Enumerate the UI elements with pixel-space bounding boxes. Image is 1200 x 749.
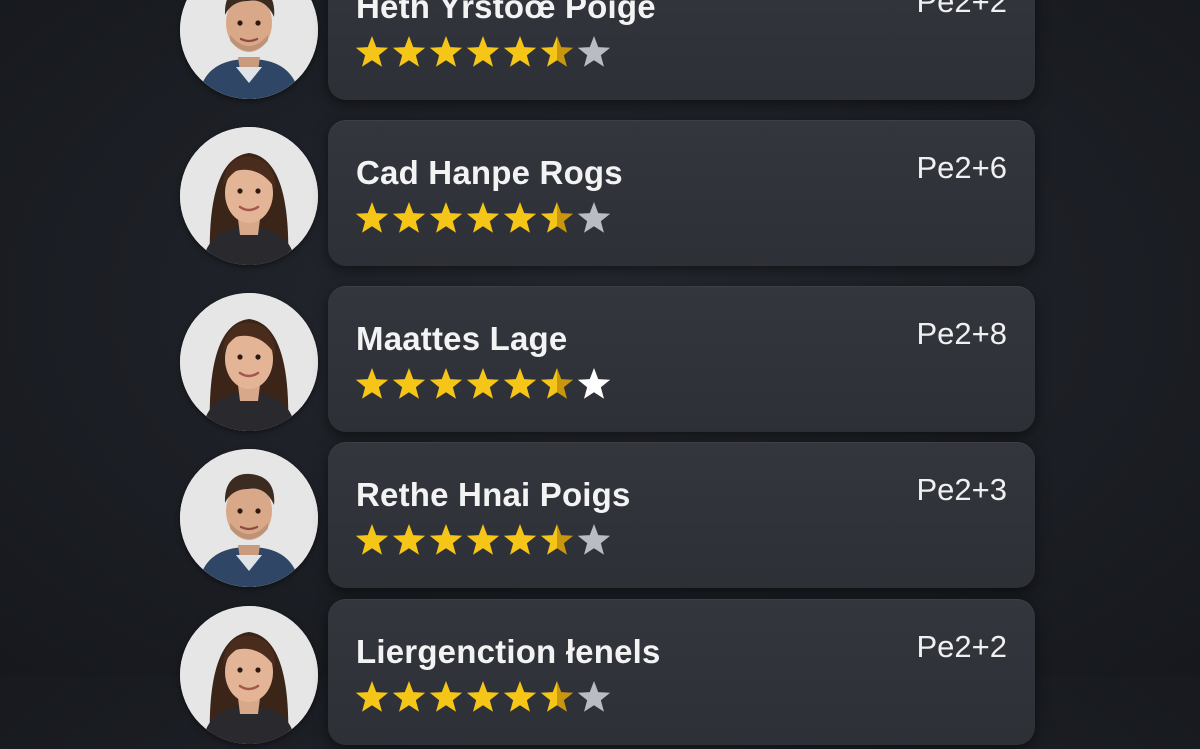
star-icon [466, 681, 500, 712]
person-name: Heth Yrstoœ Poige [356, 0, 656, 25]
star-icon [355, 368, 389, 399]
man-portrait-icon [180, 449, 318, 587]
star-icon [429, 524, 463, 555]
star-icon [429, 681, 463, 712]
star-icon [577, 36, 611, 67]
star-icon [466, 524, 500, 555]
star-icon [540, 681, 574, 712]
list-item[interactable]: Cad Hanpe Rogs Pe2+6 [180, 120, 1035, 270]
avatar [180, 0, 318, 99]
star-icon [429, 368, 463, 399]
person-code: Pe2+2 [916, 0, 1007, 19]
avatar [180, 606, 318, 744]
star-icon [503, 524, 537, 555]
star-icon [503, 681, 537, 712]
star-icon [577, 524, 611, 555]
star-icon [392, 202, 426, 233]
man-portrait-icon [180, 0, 318, 99]
star-icon [355, 36, 389, 67]
star-icon [540, 36, 574, 67]
list-item-card[interactable]: Maattes Lage Pe2+8 [328, 286, 1035, 432]
list-item[interactable]: Liergenction łenels Pe2+2 [180, 599, 1035, 749]
list-item-card[interactable]: Heth Yrstoœ Poige Pe2+2 [328, 0, 1035, 100]
star-icon [355, 202, 389, 233]
star-icon [503, 202, 537, 233]
star-icon [466, 36, 500, 67]
list-item-card[interactable]: Liergenction łenels Pe2+2 [328, 599, 1035, 745]
woman-portrait-icon [180, 293, 318, 431]
star-icon [429, 36, 463, 67]
star-icon [392, 36, 426, 67]
list-item[interactable]: Maattes Lage Pe2+8 [180, 286, 1035, 436]
star-rating [354, 34, 613, 70]
person-name: Maattes Lage [356, 320, 568, 357]
star-rating [354, 522, 613, 558]
star-rating [354, 200, 613, 236]
list-item-card[interactable]: Rethe Hnai Poigs Pe2+3 [328, 442, 1035, 588]
list-item[interactable]: Rethe Hnai Poigs Pe2+3 [180, 442, 1035, 592]
star-icon [577, 681, 611, 712]
star-icon [392, 524, 426, 555]
star-icon [577, 202, 611, 233]
woman-portrait-icon [180, 127, 318, 265]
person-code: Pe2+6 [916, 150, 1007, 185]
star-icon [503, 36, 537, 67]
avatar [180, 127, 318, 265]
person-name: Rethe Hnai Poigs [356, 476, 631, 513]
star-icon [540, 368, 574, 399]
star-icon [392, 681, 426, 712]
star-icon [355, 524, 389, 555]
person-code: Pe2+2 [916, 629, 1007, 664]
star-rating [354, 679, 613, 715]
star-rating [354, 366, 613, 402]
star-icon [466, 368, 500, 399]
person-name: Cad Hanpe Rogs [356, 154, 623, 191]
star-icon [577, 368, 611, 399]
star-icon [392, 368, 426, 399]
list-item[interactable]: Heth Yrstoœ Poige Pe2+2 [180, 0, 1035, 104]
list-item-card[interactable]: Cad Hanpe Rogs Pe2+6 [328, 120, 1035, 266]
person-name: Liergenction łenels [356, 633, 661, 670]
star-icon [503, 368, 537, 399]
star-icon [355, 681, 389, 712]
person-code: Pe2+3 [916, 472, 1007, 507]
star-icon [466, 202, 500, 233]
people-list: Heth Yrstoœ Poige Pe2+2 Cad Hanpe Rogs P… [0, 0, 1200, 745]
star-icon [540, 524, 574, 555]
woman-portrait-icon [180, 606, 318, 744]
star-icon [429, 202, 463, 233]
avatar [180, 293, 318, 431]
star-icon [540, 202, 574, 233]
person-code: Pe2+8 [916, 316, 1007, 351]
avatar [180, 449, 318, 587]
